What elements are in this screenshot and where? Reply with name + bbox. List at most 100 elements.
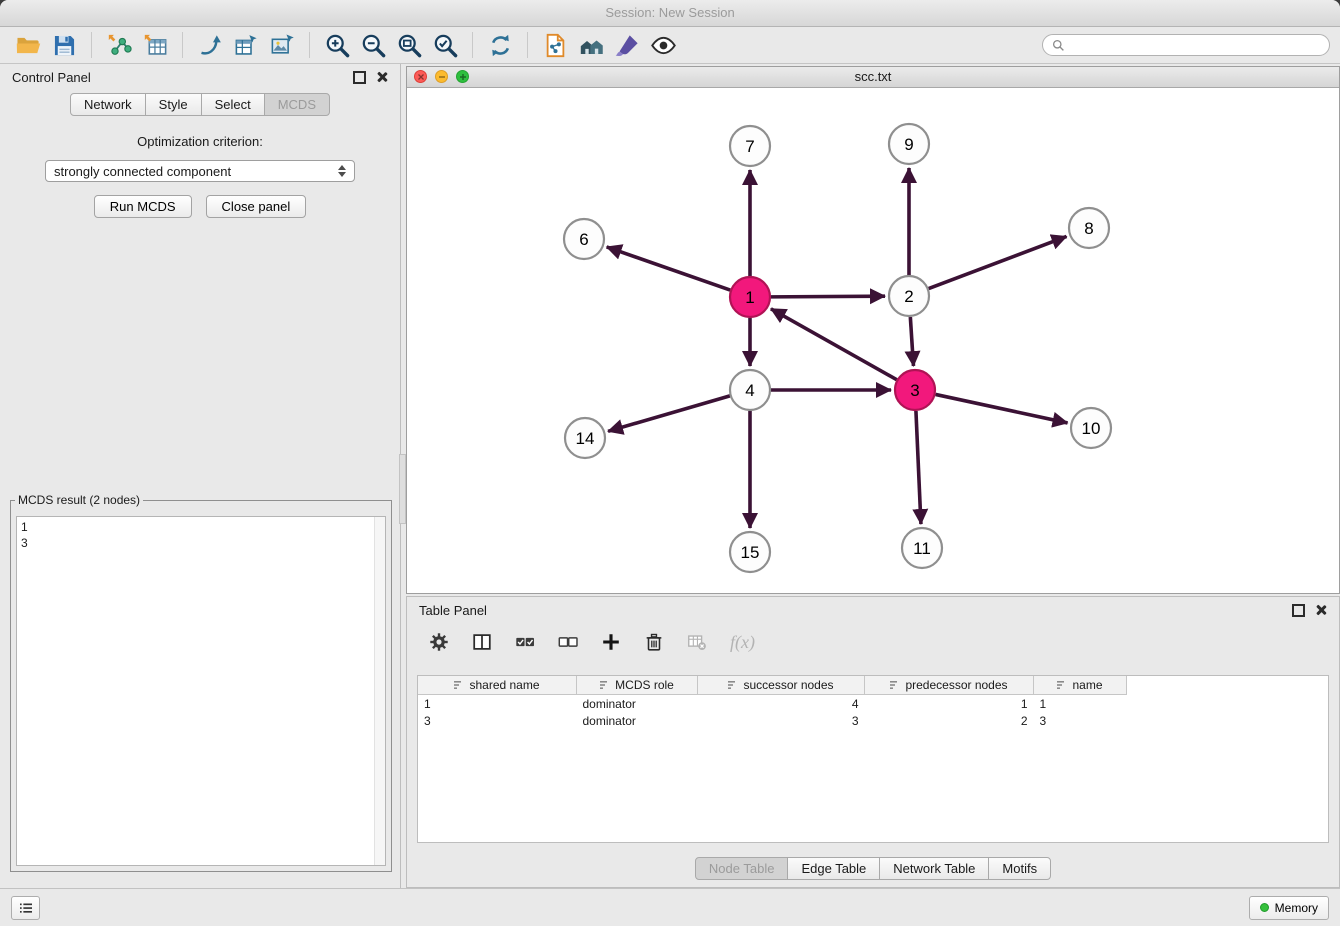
close-table-panel-icon[interactable] bbox=[1315, 604, 1327, 616]
graph-node-4[interactable]: 4 bbox=[730, 370, 770, 410]
close-panel-button[interactable]: Close panel bbox=[206, 195, 307, 218]
network-window-titlebar[interactable]: scc.txt bbox=[407, 67, 1339, 88]
search-box[interactable] bbox=[1042, 34, 1330, 56]
table-cell[interactable]: 3 bbox=[418, 712, 577, 729]
show-columns-button[interactable] bbox=[468, 629, 496, 655]
table-cell[interactable]: 4 bbox=[698, 695, 865, 713]
table-cell[interactable]: 1 bbox=[418, 695, 577, 713]
maximize-window-icon[interactable] bbox=[456, 70, 469, 83]
graph-node-1[interactable]: 1 bbox=[730, 277, 770, 317]
optimization-select[interactable]: strongly connected component bbox=[45, 160, 355, 182]
import-network-button[interactable] bbox=[101, 29, 137, 61]
import-table-button[interactable] bbox=[137, 29, 173, 61]
tab-network[interactable]: Network bbox=[70, 93, 146, 116]
column-header-MCDS-role[interactable]: MCDS role bbox=[577, 676, 698, 695]
unselect-all-button[interactable] bbox=[554, 629, 582, 655]
function-builder-button[interactable]: f(x) bbox=[726, 629, 755, 655]
search-input[interactable] bbox=[1070, 37, 1320, 53]
open-session-button[interactable] bbox=[10, 29, 46, 61]
table-cell[interactable]: 2 bbox=[865, 712, 1034, 729]
table-cell[interactable]: 1 bbox=[865, 695, 1034, 713]
export-image-button[interactable] bbox=[264, 29, 300, 61]
column-header-predecessor-nodes[interactable]: predecessor nodes bbox=[865, 676, 1034, 695]
unselect-all-icon bbox=[557, 631, 579, 653]
sort-icon bbox=[890, 680, 900, 690]
toggle-graphics-button[interactable] bbox=[645, 29, 681, 61]
first-neighbors-button[interactable] bbox=[573, 29, 609, 61]
zoom-selected-button[interactable] bbox=[427, 29, 463, 61]
graph-node-11[interactable]: 11 bbox=[902, 528, 942, 568]
column-header-name[interactable]: name bbox=[1034, 676, 1127, 695]
float-table-panel-icon[interactable] bbox=[1292, 604, 1305, 617]
graph-edge-4-14[interactable] bbox=[608, 396, 730, 431]
table-row[interactable]: 3dominator323 bbox=[418, 712, 1127, 729]
column-header-successor-nodes[interactable]: successor nodes bbox=[698, 676, 865, 695]
table-settings-button[interactable] bbox=[425, 629, 453, 655]
table-cell[interactable]: dominator bbox=[577, 712, 698, 729]
export-network-button[interactable] bbox=[537, 29, 573, 61]
apply-layout-button[interactable] bbox=[482, 29, 518, 61]
graph-node-15[interactable]: 15 bbox=[730, 532, 770, 572]
run-mcds-button[interactable]: Run MCDS bbox=[94, 195, 192, 218]
network-canvas[interactable]: 7 9 6 8 1 2 4 3 14 10 15 11 bbox=[407, 87, 1339, 593]
delete-row-button[interactable] bbox=[640, 629, 668, 655]
tab-mcds[interactable]: MCDS bbox=[264, 93, 330, 116]
toolbar-separator bbox=[527, 32, 528, 58]
delete-table-button[interactable] bbox=[683, 629, 711, 655]
table-panel: Table Panel bbox=[406, 596, 1340, 888]
graph-edge-1-6[interactable] bbox=[607, 247, 731, 290]
control-panel-header: Control Panel bbox=[0, 64, 400, 90]
table-row[interactable]: 1dominator411 bbox=[418, 695, 1127, 713]
graph-node-7[interactable]: 7 bbox=[730, 126, 770, 166]
document-network-icon bbox=[542, 32, 569, 59]
task-history-button[interactable] bbox=[11, 896, 40, 920]
graph-node-6[interactable]: 6 bbox=[564, 219, 604, 259]
float-panel-icon[interactable] bbox=[353, 71, 366, 84]
table-panel-title: Table Panel bbox=[419, 603, 1282, 618]
new-network-button[interactable] bbox=[192, 29, 228, 61]
graph-node-3[interactable]: 3 bbox=[895, 370, 935, 410]
add-row-button[interactable] bbox=[597, 629, 625, 655]
mcds-result-list[interactable]: 13 bbox=[16, 516, 386, 866]
minimize-window-icon[interactable] bbox=[435, 70, 448, 83]
graph-edge-2-3[interactable] bbox=[910, 317, 913, 366]
fx-icon: f(x) bbox=[730, 632, 755, 653]
tab-edge-table[interactable]: Edge Table bbox=[787, 857, 880, 880]
close-panel-icon[interactable] bbox=[376, 71, 388, 83]
zoom-in-button[interactable] bbox=[319, 29, 355, 61]
table-cell[interactable]: 3 bbox=[1034, 712, 1127, 729]
close-window-icon[interactable] bbox=[414, 70, 427, 83]
tab-motifs[interactable]: Motifs bbox=[988, 857, 1051, 880]
toolbar-separator bbox=[309, 32, 310, 58]
mcds-result-box: MCDS result (2 nodes) 13 bbox=[10, 493, 392, 872]
graph-edge-3-1[interactable] bbox=[771, 309, 897, 380]
zoom-fit-button[interactable] bbox=[391, 29, 427, 61]
style-button[interactable] bbox=[609, 29, 645, 61]
zoom-out-button[interactable] bbox=[355, 29, 391, 61]
tab-select[interactable]: Select bbox=[201, 93, 265, 116]
graph-node-10[interactable]: 10 bbox=[1071, 408, 1111, 448]
column-header-shared-name[interactable]: shared name bbox=[418, 676, 577, 695]
graph-edge-2-8[interactable] bbox=[929, 236, 1067, 288]
graph-edge-1-2[interactable] bbox=[771, 296, 885, 297]
graph-node-9[interactable]: 9 bbox=[889, 124, 929, 164]
save-session-button[interactable] bbox=[46, 29, 82, 61]
window-titlebar[interactable]: Session: New Session bbox=[0, 0, 1340, 27]
graph-node-14[interactable]: 14 bbox=[565, 418, 605, 458]
select-all-button[interactable] bbox=[511, 629, 539, 655]
graph-edge-3-10[interactable] bbox=[936, 394, 1068, 423]
new-table-button[interactable] bbox=[228, 29, 264, 61]
tab-style[interactable]: Style bbox=[145, 93, 202, 116]
table-cell[interactable]: 3 bbox=[698, 712, 865, 729]
tab-network-table[interactable]: Network Table bbox=[879, 857, 989, 880]
svg-text:6: 6 bbox=[579, 230, 588, 249]
table-cell[interactable]: dominator bbox=[577, 695, 698, 713]
panel-splitter[interactable] bbox=[399, 454, 406, 524]
memory-button[interactable]: Memory bbox=[1249, 896, 1329, 920]
result-scrollbar[interactable] bbox=[374, 517, 385, 865]
graph-edge-3-11[interactable] bbox=[916, 411, 921, 524]
tab-node-table[interactable]: Node Table bbox=[695, 857, 789, 880]
graph-node-8[interactable]: 8 bbox=[1069, 208, 1109, 248]
table-cell[interactable]: 1 bbox=[1034, 695, 1127, 713]
graph-node-2[interactable]: 2 bbox=[889, 276, 929, 316]
